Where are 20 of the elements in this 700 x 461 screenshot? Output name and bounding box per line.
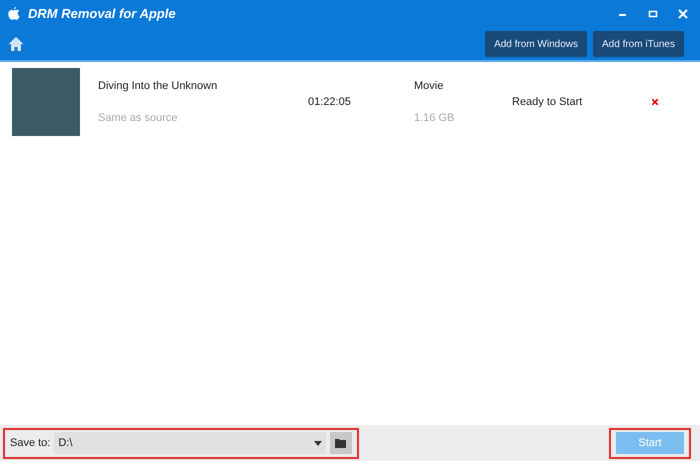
apple-logo-icon (8, 7, 20, 21)
file-title: Diving Into the Unknown (98, 78, 218, 94)
maximize-icon[interactable] (648, 9, 658, 19)
file-size: 1.16 GB (414, 111, 456, 126)
home-icon[interactable] (8, 36, 24, 52)
save-to-label: Save to: (10, 436, 50, 451)
folder-icon (335, 438, 347, 448)
window-title: DRM Removal for Apple (28, 5, 176, 24)
add-button[interactable]: Add from iTunes (593, 31, 684, 57)
media-type: Movie (414, 78, 444, 94)
close-icon[interactable] (678, 9, 688, 19)
save-path-dropdown[interactable]: D:\ (54, 432, 326, 454)
output-format: Same as source (98, 111, 178, 126)
status-text: Ready to Start (512, 94, 584, 110)
add-button[interactable]: Add from Windows (485, 31, 587, 57)
remove-icon[interactable] (652, 99, 658, 105)
browse-folder-button[interactable] (330, 432, 352, 454)
caret-icon (314, 440, 322, 446)
duration: 01:22:05 (308, 94, 352, 110)
poster-placeholder (12, 68, 80, 136)
